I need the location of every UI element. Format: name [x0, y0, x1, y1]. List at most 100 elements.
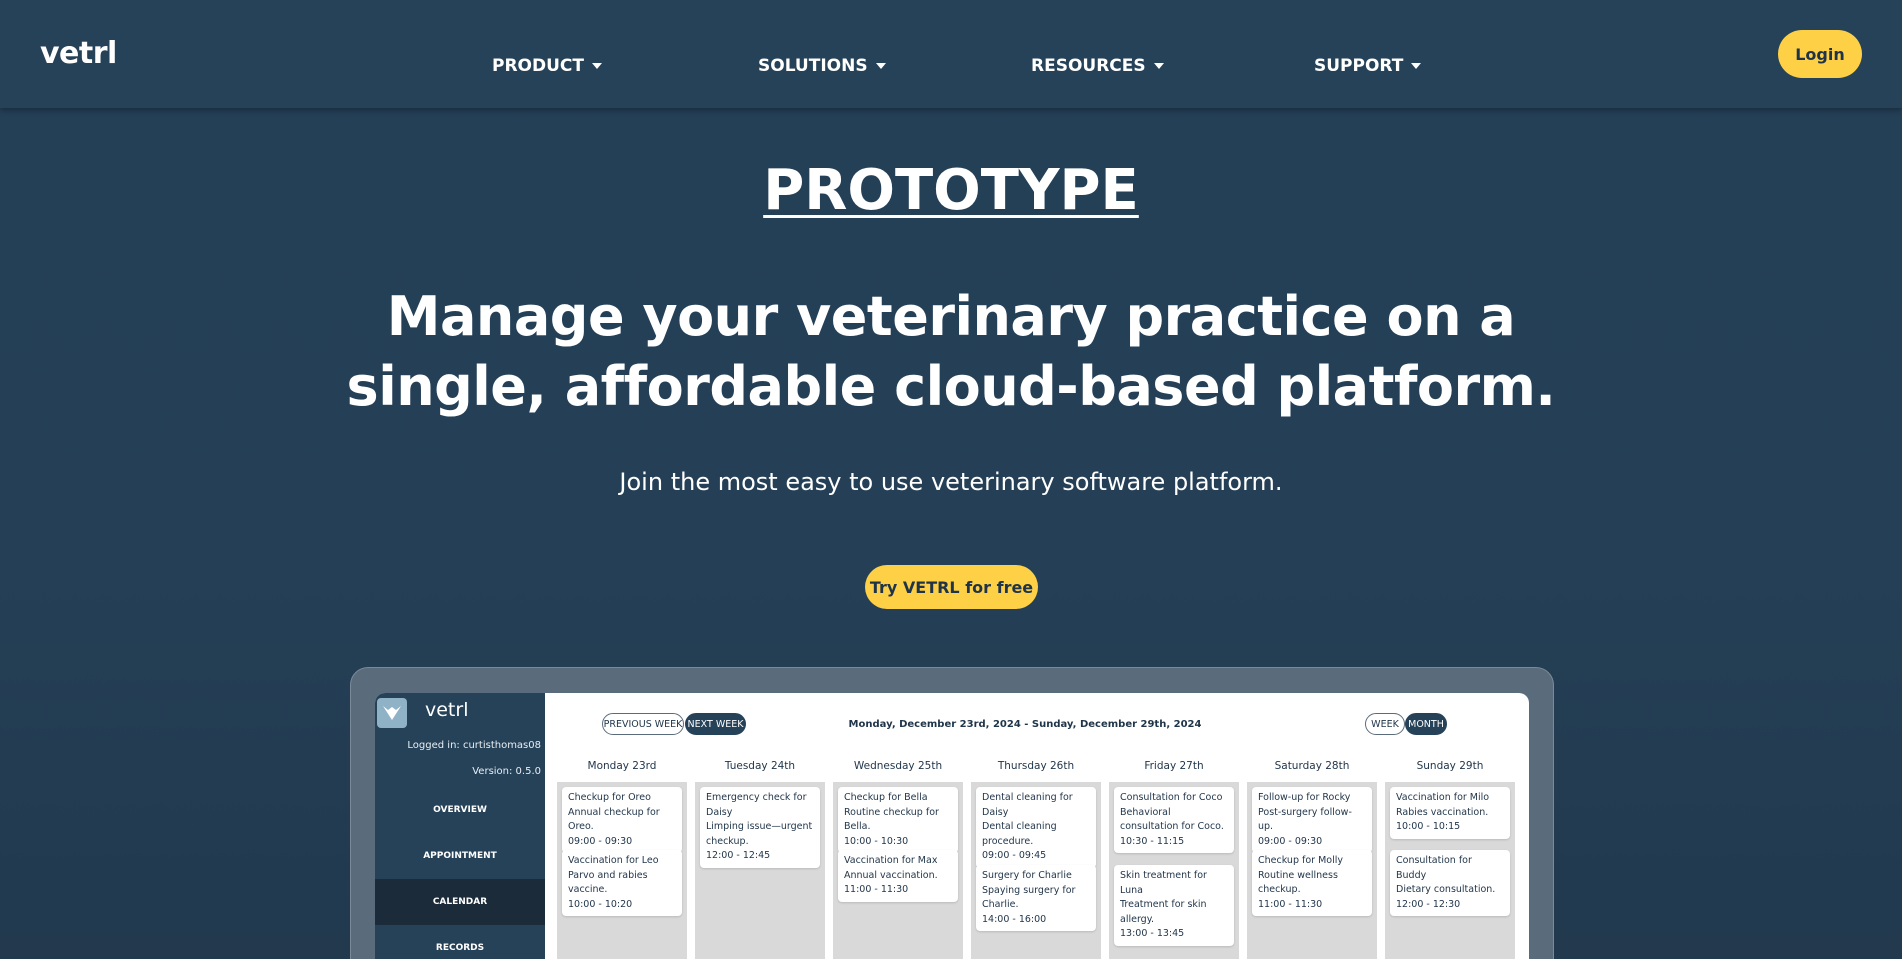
appointment-time: 11:00 - 11:30 — [844, 884, 909, 895]
appointment-card[interactable]: Vaccination for Max Annual vaccination. … — [838, 850, 958, 902]
nav-item-solutions[interactable]: SOLUTIONS — [758, 56, 886, 76]
appointment-desc: Limping issue—urgent checkup. — [706, 821, 813, 847]
logged-in-text: Logged in: curtisthomas08 — [407, 740, 541, 751]
brand-logo[interactable]: vetrl — [40, 36, 117, 71]
appointment-desc: Dental cleaning procedure. — [982, 821, 1057, 847]
appointment-desc: Rabies vaccination. — [1396, 806, 1489, 818]
appointment-card[interactable]: Follow-up for Rocky Post-surgery follow-… — [1252, 787, 1372, 853]
sidebar-item-overview[interactable]: OVERVIEW — [375, 787, 545, 833]
sidebar-item-calendar[interactable]: CALENDAR — [375, 879, 545, 925]
prototype-heading: PROTOTYPE — [763, 158, 1139, 223]
appointment-title: Vaccination for Milo — [1396, 792, 1490, 803]
appointment-desc: Dietary consultation. — [1396, 884, 1496, 895]
appointment-card[interactable]: Checkup for Bella Routine checkup for Be… — [838, 787, 958, 853]
appointment-time: 10:30 - 11:15 — [1120, 835, 1185, 847]
nav-item-resources[interactable]: RESOURCES — [1031, 56, 1164, 76]
headline-line-1: Manage your veterinary practice on a — [386, 285, 1516, 348]
appointment-desc: Routine wellness checkup. — [1258, 869, 1338, 896]
appointment-time: 10:00 - 10:30 — [844, 835, 909, 847]
appointment-time: 12:00 - 12:30 — [1396, 898, 1461, 910]
week-view-button[interactable]: WEEK — [1365, 713, 1405, 735]
app-sidebar: vetrl Logged in: curtisthomas08 Version:… — [375, 693, 545, 959]
appointment-title: Checkup for Oreo — [568, 792, 651, 803]
appointment-title: Dental cleaning for Daisy — [982, 792, 1073, 818]
appointment-desc: Post-surgery follow-up. — [1258, 806, 1352, 833]
hero-subtitle: Join the most easy to use veterinary sof… — [619, 468, 1283, 496]
day-column: Vaccination for Milo Rabies vaccination.… — [1385, 782, 1515, 959]
appointment-desc: Treatment for skin allergy. — [1120, 899, 1207, 925]
app-logo-icon — [377, 698, 407, 728]
appointment-time: 12:00 - 12:45 — [706, 850, 771, 861]
app-brand: vetrl — [425, 699, 469, 721]
nav-item-product[interactable]: PRODUCT — [492, 56, 602, 76]
nav-item-support[interactable]: SUPPORT — [1314, 56, 1422, 76]
appointment-title: Skin treatment for Luna — [1120, 870, 1207, 896]
version-text: Version: 0.5.0 — [472, 766, 541, 777]
appointment-title: Consultation for Buddy — [1396, 855, 1472, 881]
appointment-time: 09:00 - 09:30 — [568, 835, 633, 847]
appointment-title: Checkup for Molly — [1258, 855, 1343, 866]
app-preview-screen: vetrl Logged in: curtisthomas08 Version:… — [375, 693, 1529, 959]
appointment-card[interactable]: Checkup for Oreo Annual checkup for Oreo… — [562, 787, 682, 853]
calendar-panel: PREVIOUS WEEK NEXT WEEK Monday, December… — [545, 693, 1529, 959]
appointment-desc: Routine checkup for Bella. — [844, 806, 939, 833]
nav-item-label: SUPPORT — [1314, 56, 1404, 76]
login-button[interactable]: Login — [1778, 30, 1862, 78]
caret-down-icon — [875, 63, 886, 69]
day-column: Dental cleaning for Daisy Dental cleanin… — [971, 782, 1101, 959]
month-view-button[interactable]: MONTH — [1405, 713, 1447, 735]
sidebar-item-records[interactable]: RECORDS — [375, 925, 545, 959]
sidebar-item-appointment[interactable]: APPOINTMENT — [375, 833, 545, 879]
day-header: Tuesday 24th — [724, 760, 796, 772]
appointment-card[interactable]: Dental cleaning for Daisy Dental cleanin… — [976, 787, 1096, 868]
appointment-desc: Annual checkup for Oreo. — [568, 806, 660, 833]
day-column: Consultation for Coco Behavioral consult… — [1109, 782, 1239, 959]
date-range-title: Monday, December 23rd, 2024 - Sunday, De… — [848, 719, 1202, 730]
caret-down-icon — [1411, 63, 1422, 69]
appointment-desc: Annual vaccination. — [844, 869, 938, 881]
appointment-title: Follow-up for Rocky — [1258, 792, 1351, 803]
appointment-desc: Spaying surgery for Charlie. — [982, 884, 1076, 911]
app-preview-frame: vetrl Logged in: curtisthomas08 Version:… — [350, 667, 1554, 959]
appointment-title: Vaccination for Leo — [568, 855, 659, 866]
appointment-title: Emergency check for Daisy — [706, 792, 807, 818]
try-free-button[interactable]: Try VETRL for free — [865, 565, 1038, 609]
appointment-time: 14:00 - 16:00 — [982, 913, 1047, 925]
day-column: Emergency check for Daisy Limping issue—… — [695, 782, 825, 959]
appointment-card[interactable]: Consultation for Buddy Dietary consultat… — [1390, 850, 1510, 916]
appointment-desc: Parvo and rabies vaccine. — [568, 869, 648, 896]
nav-item-label: PRODUCT — [492, 56, 584, 76]
appointment-time: 10:00 - 10:15 — [1396, 821, 1461, 832]
next-week-button[interactable]: NEXT WEEK — [685, 713, 746, 735]
appointment-time: 10:00 - 10:20 — [568, 898, 633, 910]
day-column: Checkup for Bella Routine checkup for Be… — [833, 782, 963, 959]
appointment-title: Checkup for Bella — [844, 792, 928, 803]
previous-week-button[interactable]: PREVIOUS WEEK — [602, 713, 684, 735]
day-header: Monday 23rd — [587, 760, 657, 772]
day-header: Wednesday 25th — [853, 760, 943, 772]
appointment-card[interactable]: Consultation for Coco Behavioral consult… — [1114, 787, 1234, 853]
caret-down-icon — [1153, 63, 1164, 69]
appointment-card[interactable]: Checkup for Molly Routine wellness check… — [1252, 850, 1372, 916]
day-header: Thursday 26th — [997, 760, 1075, 772]
hero-headline: Manage your veterinary practice on a sin… — [300, 282, 1602, 422]
appointment-card[interactable]: Vaccination for Milo Rabies vaccination.… — [1390, 787, 1510, 839]
appointment-desc: Behavioral consultation for Coco. — [1120, 806, 1224, 833]
day-header: Friday 27th — [1144, 760, 1204, 772]
day-header: Saturday 28th — [1274, 760, 1350, 772]
day-column: Checkup for Oreo Annual checkup for Oreo… — [557, 782, 687, 959]
appointment-time: 09:00 - 09:45 — [982, 850, 1047, 861]
top-navbar: vetrl PRODUCT SOLUTIONS RESOURCES SUPPOR… — [0, 0, 1902, 108]
appointment-title: Consultation for Coco — [1120, 792, 1223, 803]
day-header: Sunday 29th — [1416, 760, 1484, 772]
appointment-card[interactable]: Vaccination for Leo Parvo and rabies vac… — [562, 850, 682, 916]
caret-down-icon — [592, 63, 602, 69]
appointment-card[interactable]: Skin treatment for Luna Treatment for sk… — [1114, 865, 1234, 946]
headline-line-2: single, affordable cloud-based platform. — [346, 355, 1556, 418]
nav-item-label: SOLUTIONS — [758, 56, 868, 76]
appointment-title: Surgery for Charlie — [982, 870, 1072, 881]
appointment-card[interactable]: Surgery for Charlie Spaying surgery for … — [976, 865, 1096, 931]
appointment-card[interactable]: Emergency check for Daisy Limping issue—… — [700, 787, 820, 868]
appointment-time: 09:00 - 09:30 — [1258, 835, 1323, 847]
nav-item-label: RESOURCES — [1031, 56, 1146, 76]
